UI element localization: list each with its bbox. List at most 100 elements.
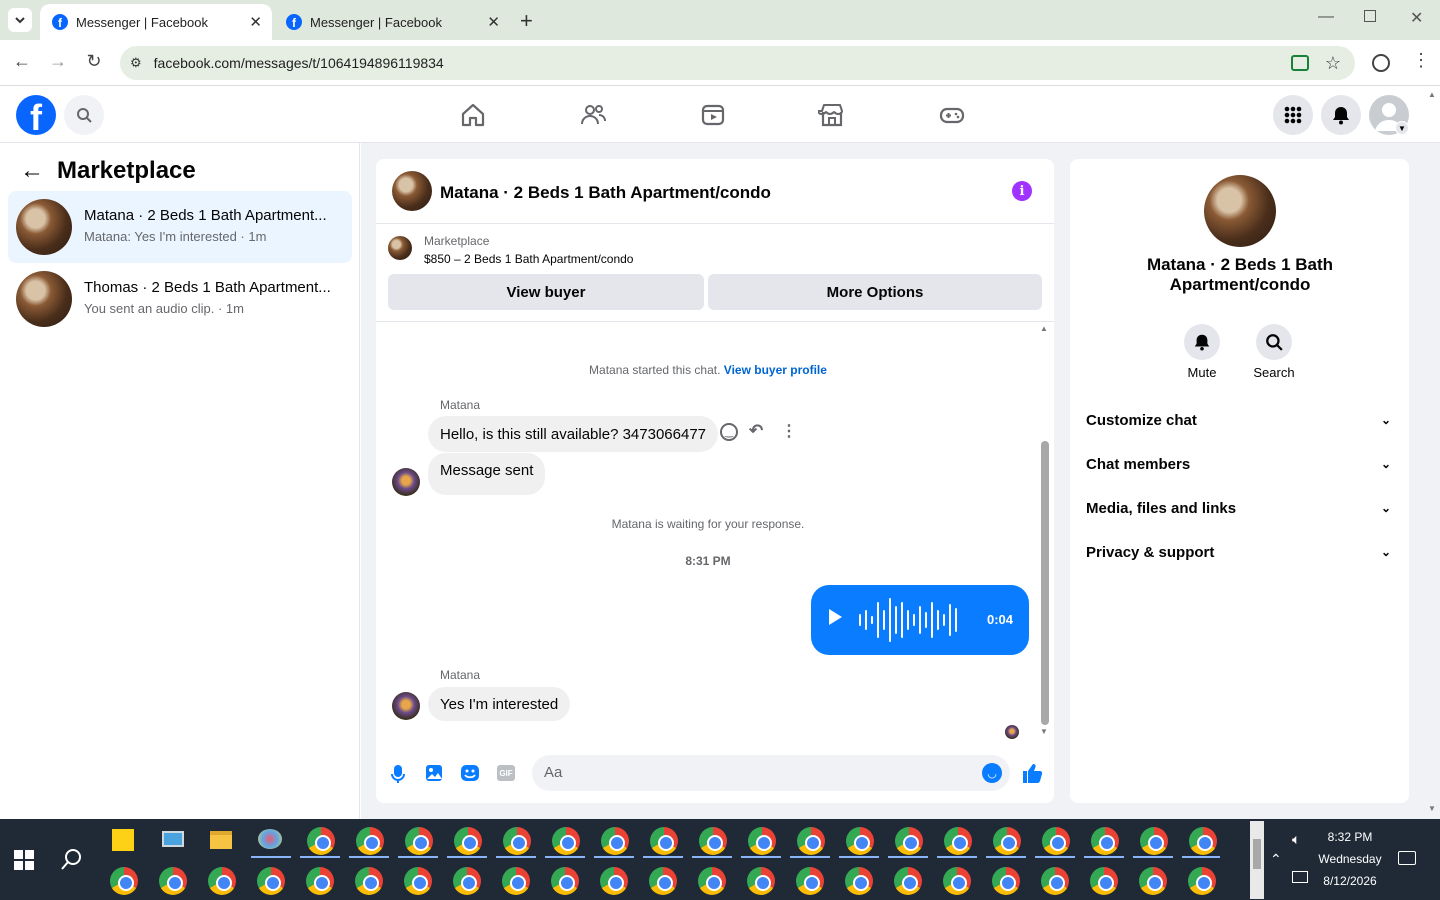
browser-menu-icon[interactable]: ⋮ bbox=[1412, 50, 1430, 71]
view-buyer-button[interactable]: View buyer bbox=[388, 274, 704, 310]
address-bar[interactable]: ⚙ facebook.com/messages/t/10641948961198… bbox=[120, 46, 1355, 80]
menu-button[interactable] bbox=[1273, 95, 1313, 135]
chrome-icon[interactable] bbox=[1188, 867, 1216, 895]
react-icon[interactable]: ‿ bbox=[720, 423, 738, 441]
chrome-icon[interactable] bbox=[159, 867, 187, 895]
notification-center-icon[interactable] bbox=[1398, 851, 1416, 865]
more-options-button[interactable]: More Options bbox=[708, 274, 1042, 310]
search-conversation-button[interactable] bbox=[1256, 324, 1292, 360]
volume-icon[interactable]: 🔈︎ bbox=[1292, 831, 1300, 848]
tab-search-button[interactable] bbox=[8, 8, 32, 32]
chrome-icon[interactable] bbox=[600, 867, 628, 895]
chrome-icon[interactable] bbox=[649, 867, 677, 895]
chrome-icon[interactable] bbox=[454, 827, 482, 855]
emoji-icon[interactable]: ◡ bbox=[982, 763, 1002, 783]
scroll-down-arrow[interactable]: ▼ bbox=[1040, 727, 1048, 736]
chrome-icon[interactable] bbox=[503, 827, 531, 855]
chrome-icon[interactable] bbox=[993, 827, 1021, 855]
chrome-icon[interactable] bbox=[601, 827, 629, 855]
page-scroll-down-arrow[interactable]: ▼ bbox=[1428, 804, 1436, 813]
site-info-icon[interactable]: ⚙ bbox=[130, 55, 142, 71]
clock-day[interactable]: Wednesday bbox=[1312, 852, 1388, 866]
chrome-icon[interactable] bbox=[551, 867, 579, 895]
chrome-icon[interactable] bbox=[110, 867, 138, 895]
conversation-item-matana[interactable]: Matana · 2 Beds 1 Bath Apartment... Mata… bbox=[8, 191, 352, 263]
chrome-icon[interactable] bbox=[797, 827, 825, 855]
clock-date[interactable]: 8/12/2026 bbox=[1312, 874, 1388, 888]
microphone-icon[interactable] bbox=[390, 764, 406, 784]
profile-icon[interactable] bbox=[1372, 54, 1390, 72]
chrome-icon[interactable] bbox=[502, 867, 530, 895]
account-chevron-icon[interactable]: ▼ bbox=[1395, 121, 1409, 135]
windows-start-icon[interactable] bbox=[14, 850, 34, 870]
view-buyer-profile-link[interactable]: View buyer profile bbox=[724, 363, 827, 377]
sender-avatar[interactable] bbox=[392, 468, 420, 496]
info-listing-thumbnail[interactable] bbox=[1204, 175, 1276, 247]
thumbs-up-icon[interactable] bbox=[1021, 762, 1043, 784]
message-input[interactable]: Aa ◡ bbox=[532, 755, 1010, 791]
more-actions-icon[interactable]: ⋮ bbox=[781, 421, 797, 441]
paint-icon[interactable] bbox=[258, 829, 282, 849]
chrome-icon[interactable] bbox=[1189, 827, 1217, 855]
audio-message-bubble[interactable]: 0:04 bbox=[811, 585, 1029, 655]
sticky-notes-icon[interactable] bbox=[112, 829, 134, 851]
chrome-icon[interactable] bbox=[404, 867, 432, 895]
message-bubble[interactable]: Hello, is this still available? 34730664… bbox=[428, 416, 719, 452]
info-icon[interactable]: i bbox=[1012, 181, 1032, 201]
chrome-icon[interactable] bbox=[650, 827, 678, 855]
mute-button[interactable] bbox=[1184, 324, 1220, 360]
chat-scrollbar-thumb[interactable] bbox=[1041, 441, 1049, 725]
chrome-icon[interactable] bbox=[453, 867, 481, 895]
chrome-icon[interactable] bbox=[355, 867, 383, 895]
message-bubble[interactable]: Message sent bbox=[428, 453, 546, 495]
sticker-icon[interactable] bbox=[460, 764, 480, 782]
chrome-icon[interactable] bbox=[943, 867, 971, 895]
chrome-icon[interactable] bbox=[257, 867, 285, 895]
close-tab-icon[interactable]: ✕ bbox=[487, 13, 500, 31]
page-scroll-up-arrow[interactable]: ▲ bbox=[1428, 90, 1436, 99]
chat-members-section[interactable]: Chat members ⌄ bbox=[1086, 442, 1393, 486]
gaming-icon[interactable] bbox=[938, 101, 966, 129]
bookmark-star-icon[interactable]: ☆ bbox=[1325, 53, 1341, 74]
chat-title[interactable]: Matana · 2 Beds 1 Bath Apartment/condo bbox=[440, 183, 771, 203]
taskbar-scrollbar[interactable] bbox=[1250, 821, 1264, 899]
chrome-icon[interactable] bbox=[796, 867, 824, 895]
taskbar-scroll-thumb[interactable] bbox=[1253, 839, 1261, 869]
friends-icon[interactable] bbox=[579, 101, 607, 129]
clock-time[interactable]: 8:32 PM bbox=[1316, 830, 1384, 844]
reply-icon[interactable]: ↶ bbox=[749, 421, 763, 441]
scroll-up-arrow[interactable]: ▲ bbox=[1040, 324, 1048, 333]
network-icon[interactable] bbox=[1292, 871, 1308, 883]
chrome-icon[interactable] bbox=[552, 827, 580, 855]
chrome-icon[interactable] bbox=[1091, 827, 1119, 855]
chrome-icon[interactable] bbox=[895, 827, 923, 855]
chrome-icon[interactable] bbox=[747, 867, 775, 895]
chrome-icon[interactable] bbox=[698, 867, 726, 895]
facebook-logo-icon[interactable]: f bbox=[16, 95, 56, 135]
play-icon[interactable] bbox=[829, 609, 842, 625]
listing-detail[interactable]: $850 – 2 Beds 1 Bath Apartment/condo bbox=[424, 252, 633, 266]
home-icon[interactable] bbox=[459, 101, 487, 129]
url-text[interactable]: facebook.com/messages/t/1064194896119834 bbox=[154, 55, 444, 71]
chrome-icon[interactable] bbox=[208, 867, 236, 895]
restore-button[interactable] bbox=[1364, 10, 1376, 22]
video-icon[interactable] bbox=[699, 101, 727, 129]
chrome-icon[interactable] bbox=[845, 867, 873, 895]
chrome-icon[interactable] bbox=[306, 867, 334, 895]
chrome-icon[interactable] bbox=[992, 867, 1020, 895]
back-button[interactable]: ← bbox=[10, 51, 34, 72]
install-app-icon[interactable] bbox=[1291, 55, 1309, 71]
gif-icon[interactable]: GIF bbox=[497, 765, 515, 781]
media-files-links-section[interactable]: Media, files and links ⌄ bbox=[1086, 486, 1393, 530]
privacy-support-section[interactable]: Privacy & support ⌄ bbox=[1086, 530, 1393, 574]
chrome-icon[interactable] bbox=[1042, 827, 1070, 855]
message-bubble[interactable]: Yes I'm interested bbox=[428, 687, 571, 721]
forward-button[interactable]: → bbox=[46, 51, 70, 72]
browser-tab-2[interactable]: f Messenger | Facebook ✕ bbox=[274, 4, 510, 40]
sender-avatar[interactable] bbox=[392, 692, 420, 720]
close-window-button[interactable]: ✕ bbox=[1410, 8, 1423, 28]
search-button[interactable] bbox=[64, 95, 104, 135]
show-hidden-icons[interactable]: ⌃ bbox=[1270, 851, 1282, 868]
back-arrow-icon[interactable]: ← bbox=[20, 157, 44, 185]
conversation-item-thomas[interactable]: Thomas · 2 Beds 1 Bath Apartment... You … bbox=[8, 263, 352, 335]
